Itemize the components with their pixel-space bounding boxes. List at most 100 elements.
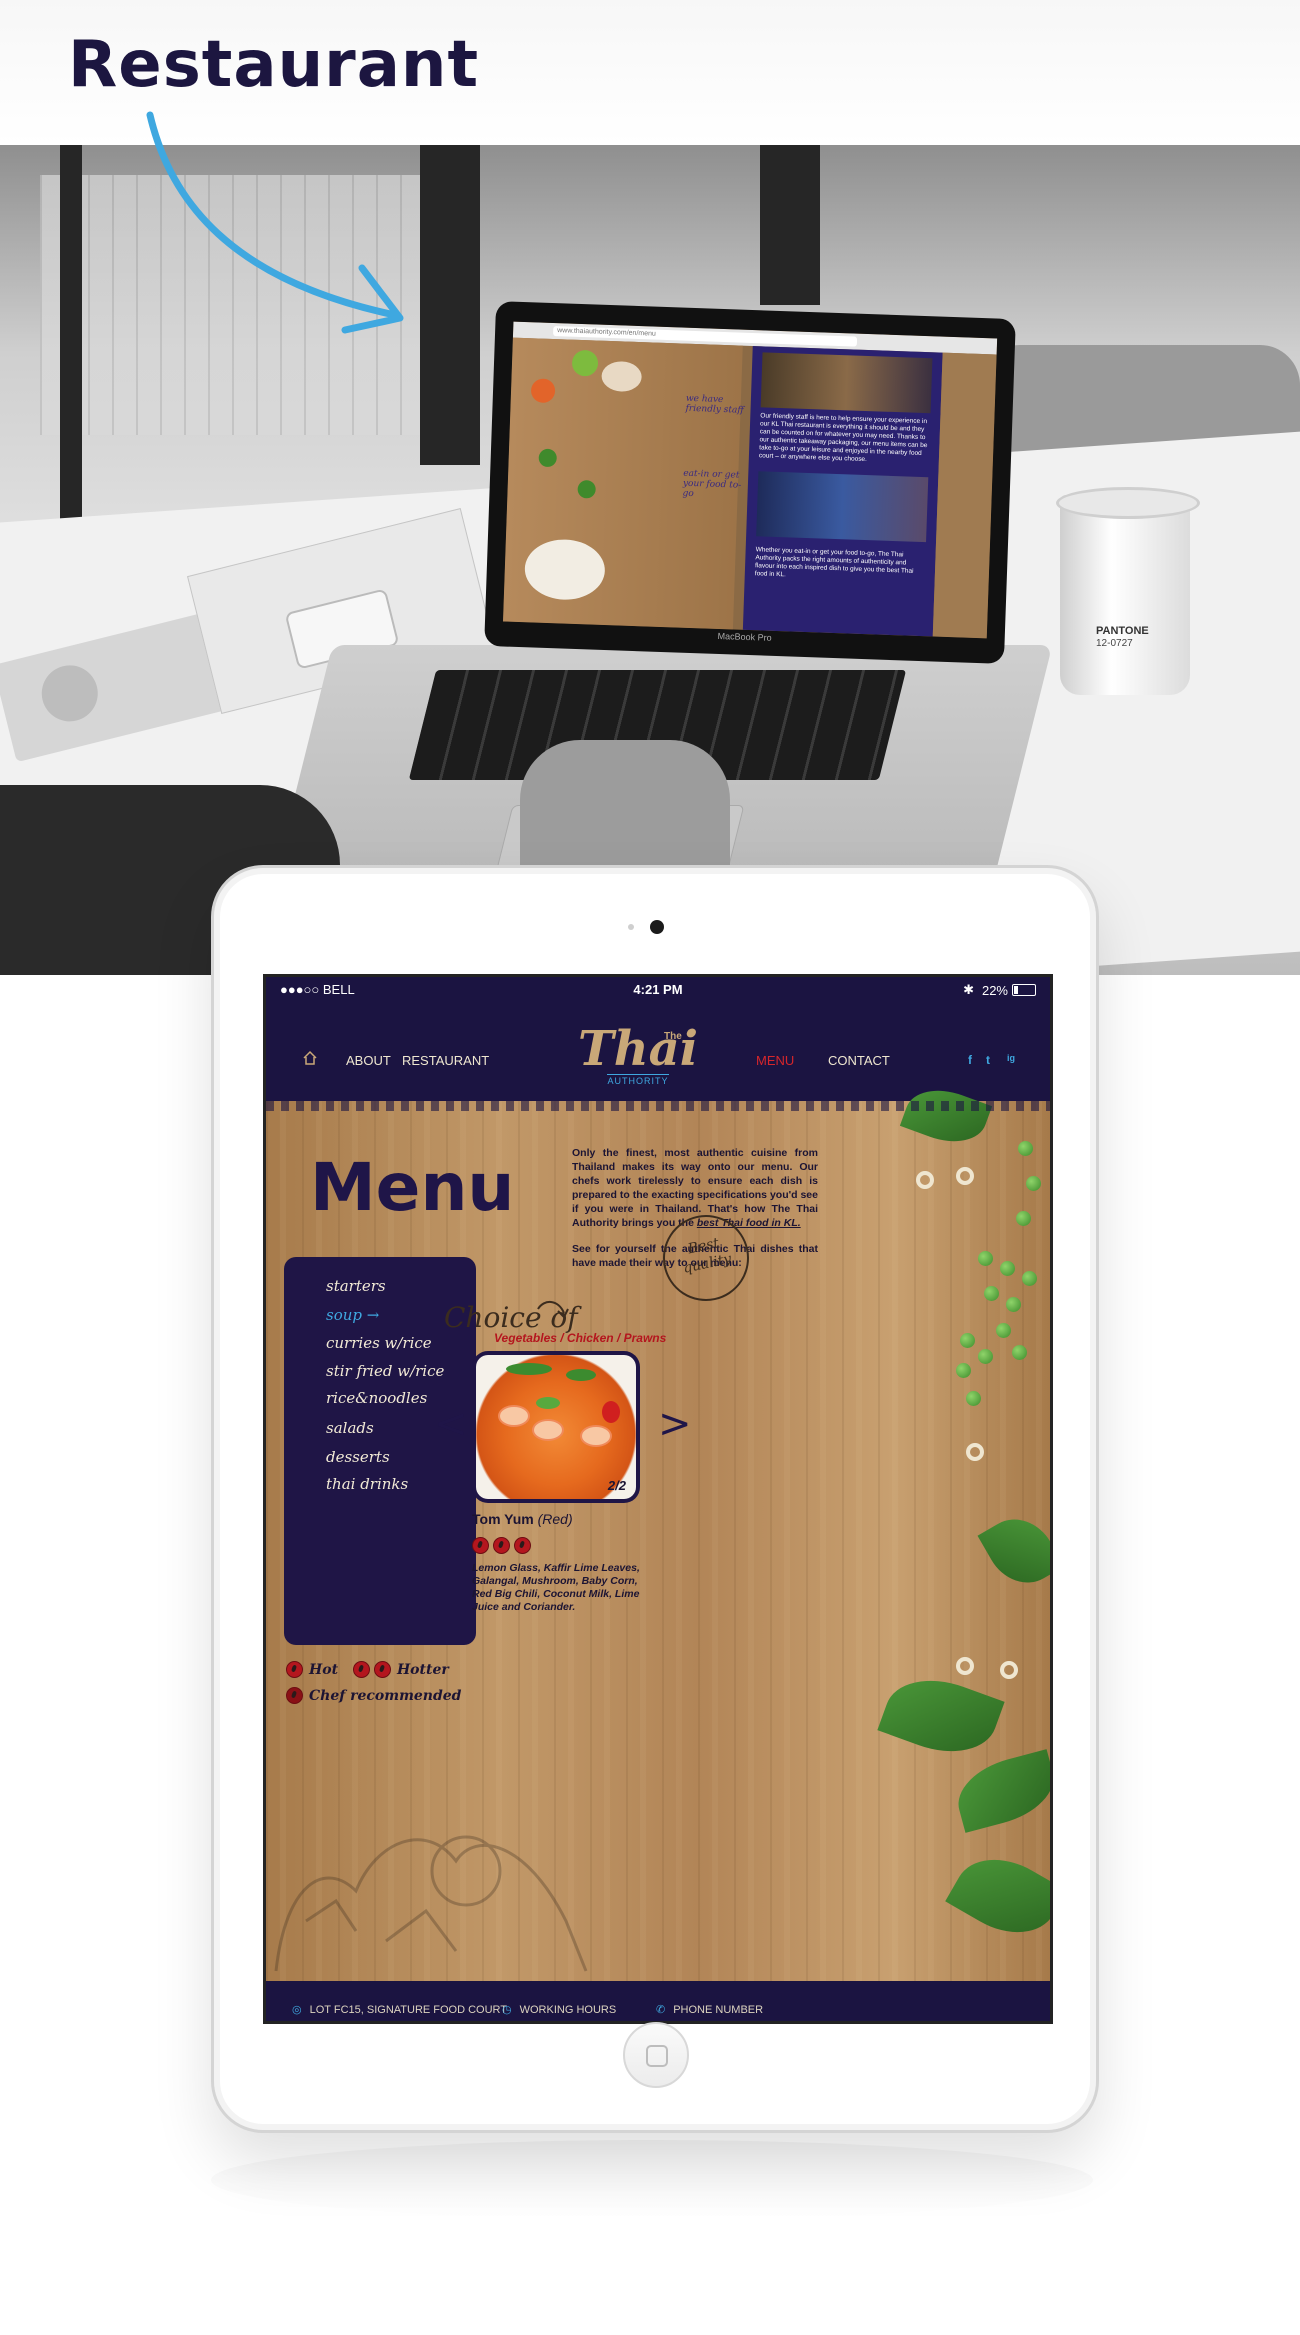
laptop-note-staff: we have friendly staff [685,393,744,416]
nav-restaurant[interactable]: RESTAURANT [402,1053,489,1068]
nav-contact[interactable]: CONTACT [828,1053,890,1068]
footer-address: ◎ Lot FC15, Signature Food Court [292,2003,507,2016]
legend-hotter: Hotter [396,1661,449,1678]
laptop-wood-edge [932,352,997,639]
coriander [536,1397,560,1409]
category-stir-fried[interactable]: stir fried w/rice [326,1362,444,1380]
pea [1012,1345,1027,1360]
nav-about[interactable]: ABOUT [346,1053,391,1068]
laptop-info-panel: Our friendly staff is here to help ensur… [742,346,943,637]
pea [1006,1297,1021,1312]
category-curries[interactable]: curries w/rice [326,1334,432,1352]
pea [966,1391,981,1406]
status-time: 4:21 PM [633,982,683,997]
category-starters[interactable]: starters [326,1277,386,1295]
home-icon[interactable] [302,1050,318,1066]
shallot-ring [1000,1661,1018,1679]
category-soup-label: soup [326,1306,362,1324]
arrow-right-icon: → [366,1306,380,1324]
nav-menu[interactable]: MENU [756,1053,794,1068]
shrimp [580,1425,612,1447]
ipad-shadow [211,2140,1093,2220]
laptop-text-1: Our friendly staff is here to help ensur… [758,412,928,464]
category-rice-noodles[interactable]: rice&noodles [326,1389,427,1407]
legend-row: Hot Hotter [286,1661,486,1679]
pea [956,1363,971,1378]
dish-photo: 2/2 [476,1355,636,1499]
leaf [566,1369,596,1381]
dish-name: Tom Yum (Red) [472,1511,573,1527]
protein-options: Vegetables / Chicken / Prawns [494,1331,667,1345]
prev-arrow[interactable]: < [434,1401,468,1447]
ipad: ●●●○○ BELL 4:21 PM ✱ 22% ABOUT RESTAURAN… [211,865,1099,2133]
lime-leaf [949,1749,1050,1833]
restaurant-photo [756,471,929,543]
menu-content: Menu Only the finest, most authentic cui… [266,1078,1050,1981]
coffee-cup: PANTONE 12-0727 [1056,487,1200,695]
pea [978,1251,993,1266]
pea [978,1349,993,1364]
category-thai-drinks[interactable]: thai drinks [326,1475,408,1493]
pea [1018,1141,1033,1156]
footer-phone-text: PHONE NUMBER [673,2004,764,2016]
footer-hours-text: WORKING HOURS [519,2004,617,2016]
lime-leaf [877,1664,1005,1768]
pea [996,1323,1011,1338]
battery-fill [1014,986,1019,994]
dish-variant: (Red) [537,1511,573,1527]
laptop-screen: www.thaiauthority.com/en/menu we have fr… [502,321,998,639]
menu-title: Menu [310,1149,515,1226]
warrior-sketch [274,1835,588,1972]
pea [984,1286,999,1301]
cup-rim [1056,487,1200,519]
laptop-wood-bg: we have friendly staff eat-in or get you… [502,337,744,630]
tomato [530,378,556,404]
cup-brand: PANTONE [1096,625,1149,637]
legend-hot: Hot [309,1661,339,1678]
main-nav: ABOUT RESTAURANT Thai The AUTHORITY MENU… [266,1001,1050,1101]
shallot-ring [916,1171,934,1189]
location-icon: ◎ [292,2004,302,2016]
chili-icon [286,1661,303,1679]
cup-code: 12-0727 [1096,638,1133,649]
logo-subtitle: AUTHORITY [607,1074,669,1086]
notebook-logo [35,659,104,728]
shrimp [532,1419,564,1441]
dish-image-frame: 2/2 [472,1351,640,1503]
ipad-sensor [628,924,634,930]
pea [1000,1261,1015,1276]
facebook-icon[interactable]: f [968,1053,972,1067]
next-arrow[interactable]: > [658,1401,692,1447]
clock-icon: ◷ [502,2004,512,2016]
legend-chef: Chef recommended [309,1687,462,1704]
chili-icon [373,1661,391,1679]
curved-arrow-icon [537,1301,569,1319]
status-bar: ●●●○○ BELL 4:21 PM ✱ 22% [266,977,1050,1001]
lime-leaf [945,1840,1050,1952]
pea [1022,1271,1037,1286]
pea [1026,1176,1041,1191]
spice-legend: Hot Hotter Chef recommended [286,1661,486,1705]
logo[interactable]: Thai The AUTHORITY [578,1025,698,1089]
chili-icon [472,1537,489,1555]
home-button[interactable] [623,2022,689,2088]
shallot-ring [966,1443,984,1461]
chef-icon [286,1687,303,1705]
wood-torn-edge [266,1101,1050,1111]
dish-heat [472,1537,535,1555]
chili-icon [352,1661,370,1679]
laptop-note-eat-in: eat-in or get your food to-go [682,468,742,500]
category-salads[interactable]: salads [326,1419,374,1437]
home-button-icon [646,2045,668,2067]
twitter-icon[interactable]: t [986,1053,990,1067]
dish-ingredients: Lemon Glass, Kaffir Lime Leaves, Galanga… [472,1562,640,1613]
category-desserts[interactable]: desserts [326,1448,390,1466]
logo-the: The [664,1031,682,1042]
pea [538,448,558,468]
footer-hours: ◷ WORKING HOURS [502,2003,616,2016]
lime-leaf [977,1505,1050,1597]
instagram-icon[interactable]: ig [1007,1053,1015,1063]
legend-row: Chef recommended [286,1687,486,1705]
category-soup[interactable]: soup → [326,1306,379,1324]
footer: ◎ Lot FC15, Signature Food Court ◷ WORKING… [266,1981,1050,2021]
